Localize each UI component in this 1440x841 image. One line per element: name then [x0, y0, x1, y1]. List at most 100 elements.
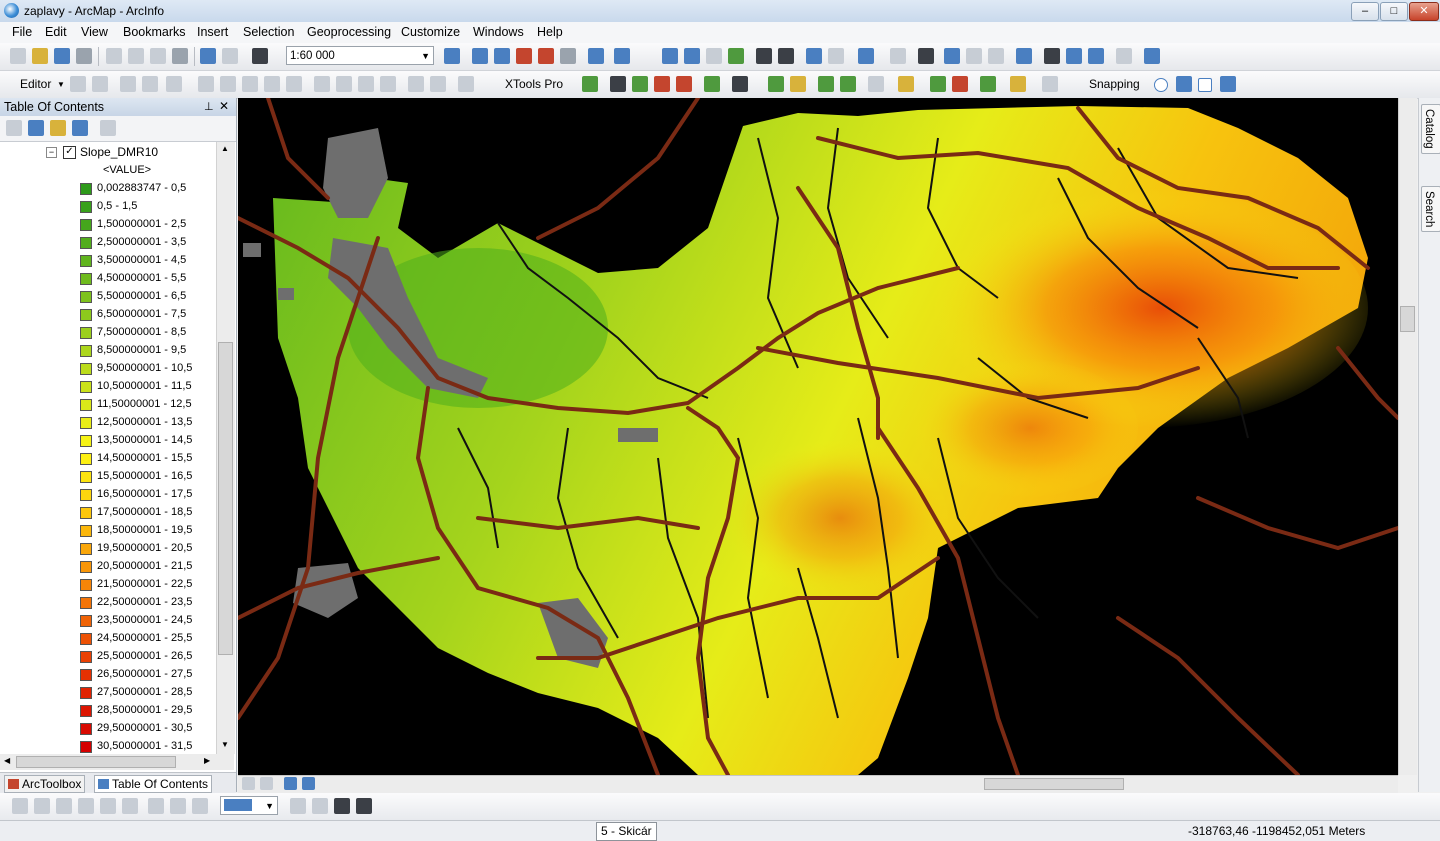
close-button[interactable]: ✕: [1409, 2, 1439, 21]
topology-icon[interactable]: [380, 76, 396, 92]
create-features-icon[interactable]: [358, 76, 374, 92]
menu-windows[interactable]: Windows: [473, 25, 524, 39]
split-icon[interactable]: [264, 76, 280, 92]
scroll-thumb[interactable]: [218, 342, 233, 655]
legend-item[interactable]: 30,50000001 - 31,5: [0, 738, 216, 754]
xtools-plus-icon[interactable]: [704, 76, 720, 92]
legend-item[interactable]: 19,50000001 - 20,5: [0, 540, 216, 558]
editor-extra-icon[interactable]: [408, 76, 424, 92]
select-features-icon[interactable]: [858, 48, 874, 64]
editor-extra2-icon[interactable]: [430, 76, 446, 92]
layer-visibility-checkbox[interactable]: ✓: [63, 146, 76, 159]
menu-view[interactable]: View: [81, 25, 108, 39]
xtools-layout-icon[interactable]: [732, 76, 748, 92]
end-point-arc-icon[interactable]: [142, 76, 158, 92]
legend-item[interactable]: 2,500000001 - 3,5: [0, 234, 216, 252]
refresh-icon[interactable]: [284, 777, 297, 790]
edit-tool-icon[interactable]: [70, 76, 86, 92]
close-icon[interactable]: ✕: [219, 99, 229, 113]
attributes-icon[interactable]: [314, 76, 330, 92]
zoom-out-icon[interactable]: [684, 48, 700, 64]
layer-name[interactable]: Slope_DMR10: [80, 145, 158, 159]
xtools-info-icon[interactable]: [768, 76, 784, 92]
list-by-source-icon[interactable]: [28, 120, 44, 136]
legend-item[interactable]: 6,500000001 - 7,5: [0, 306, 216, 324]
legend-item[interactable]: 4,500000001 - 5,5: [0, 270, 216, 288]
layer-add-icon[interactable]: [1010, 76, 1026, 92]
legend-item[interactable]: 24,50000001 - 25,5: [0, 630, 216, 648]
draw-print-icon[interactable]: [356, 798, 372, 814]
legend-item[interactable]: 28,50000001 - 29,5: [0, 702, 216, 720]
end-snapping-icon[interactable]: [1176, 76, 1192, 92]
legend-item[interactable]: 0,002883747 - 0,5: [0, 180, 216, 198]
legend-item[interactable]: 10,50000001 - 11,5: [0, 378, 216, 396]
layer-stack-icon[interactable]: [898, 76, 914, 92]
xtools-table-icon[interactable]: [610, 76, 626, 92]
save-icon[interactable]: [54, 48, 70, 64]
open-folder-icon[interactable]: [32, 48, 48, 64]
zoom-in-icon[interactable]: [662, 48, 678, 64]
tab-arctoolbox[interactable]: ArcToolbox: [4, 775, 86, 793]
paste-icon[interactable]: [150, 48, 166, 64]
xtools-convert-icon[interactable]: [654, 76, 670, 92]
legend-item[interactable]: 5,500000001 - 6,5: [0, 288, 216, 306]
map-vertical-scrollbar[interactable]: [1398, 98, 1417, 775]
legend-item[interactable]: 12,50000001 - 13,5: [0, 414, 216, 432]
legend-item[interactable]: 23,50000001 - 24,5: [0, 612, 216, 630]
trace-icon[interactable]: [166, 76, 182, 92]
hyperlink-icon[interactable]: [966, 48, 982, 64]
legend-item[interactable]: 11,50000001 - 12,5: [0, 396, 216, 414]
menu-edit[interactable]: Edit: [45, 25, 67, 39]
legend-item[interactable]: 13,50000001 - 14,5: [0, 432, 216, 450]
rotate-icon[interactable]: [286, 76, 302, 92]
draw-layout-icon[interactable]: [334, 798, 350, 814]
whats-this-icon[interactable]: [614, 48, 630, 64]
toc-vertical-scrollbar[interactable]: ▲ ▼: [216, 142, 235, 754]
maximize-button[interactable]: □: [1380, 2, 1408, 21]
draw-scale-combo[interactable]: ▼: [220, 796, 278, 815]
model-builder-icon[interactable]: [588, 48, 604, 64]
cut-polygons-icon[interactable]: [242, 76, 258, 92]
tab-catalog[interactable]: Catalog: [1421, 104, 1440, 154]
cut-icon[interactable]: [106, 48, 122, 64]
layer-check-icon[interactable]: [930, 76, 946, 92]
menu-selection[interactable]: Selection: [243, 25, 294, 39]
html-popup-icon[interactable]: [988, 48, 1004, 64]
menu-insert[interactable]: Insert: [197, 25, 228, 39]
xtools-shape-icon[interactable]: [676, 76, 692, 92]
legend-item[interactable]: 3,500000001 - 4,5: [0, 252, 216, 270]
legend-item[interactable]: 25,50000001 - 26,5: [0, 648, 216, 666]
xtools-add-icon[interactable]: [582, 76, 598, 92]
scroll-down-icon[interactable]: ▼: [221, 740, 229, 749]
draw-align-icon[interactable]: [192, 798, 208, 814]
create-viewer-window-icon[interactable]: [1144, 48, 1160, 64]
list-by-visibility-icon[interactable]: [50, 120, 66, 136]
xtools-zoom-icon[interactable]: [840, 76, 856, 92]
editor-toolbar-icon[interactable]: [444, 48, 460, 64]
scroll-thumb[interactable]: [16, 756, 176, 768]
identify-icon[interactable]: [944, 48, 960, 64]
edge-snapping-icon[interactable]: [1220, 76, 1236, 92]
delete-icon[interactable]: [172, 48, 188, 64]
redo-icon[interactable]: [222, 48, 238, 64]
data-view-icon[interactable]: [242, 777, 255, 790]
layer-refresh-icon[interactable]: [952, 76, 968, 92]
map-horizontal-scroll-thumb[interactable]: [984, 778, 1124, 790]
reshape-icon[interactable]: [220, 76, 236, 92]
undo-icon[interactable]: [200, 48, 216, 64]
search-window-icon[interactable]: [516, 48, 532, 64]
legend-item[interactable]: 29,50000001 - 30,5: [0, 720, 216, 738]
draw-select-icon[interactable]: [12, 798, 28, 814]
legend-item[interactable]: 22,50000001 - 23,5: [0, 594, 216, 612]
draw-fit-icon[interactable]: [100, 798, 116, 814]
legend-item[interactable]: 0,5 - 1,5: [0, 198, 216, 216]
clear-selection-icon[interactable]: [890, 48, 906, 64]
go-to-xy-icon[interactable]: [1088, 48, 1104, 64]
copy-icon[interactable]: [128, 48, 144, 64]
draw-rotate-icon[interactable]: [34, 798, 50, 814]
forward-arrow-icon[interactable]: [828, 48, 844, 64]
find-route-icon[interactable]: [1066, 48, 1082, 64]
menu-help[interactable]: Help: [537, 25, 563, 39]
list-by-selection-icon[interactable]: [72, 120, 88, 136]
xtools-help-icon[interactable]: [790, 76, 806, 92]
